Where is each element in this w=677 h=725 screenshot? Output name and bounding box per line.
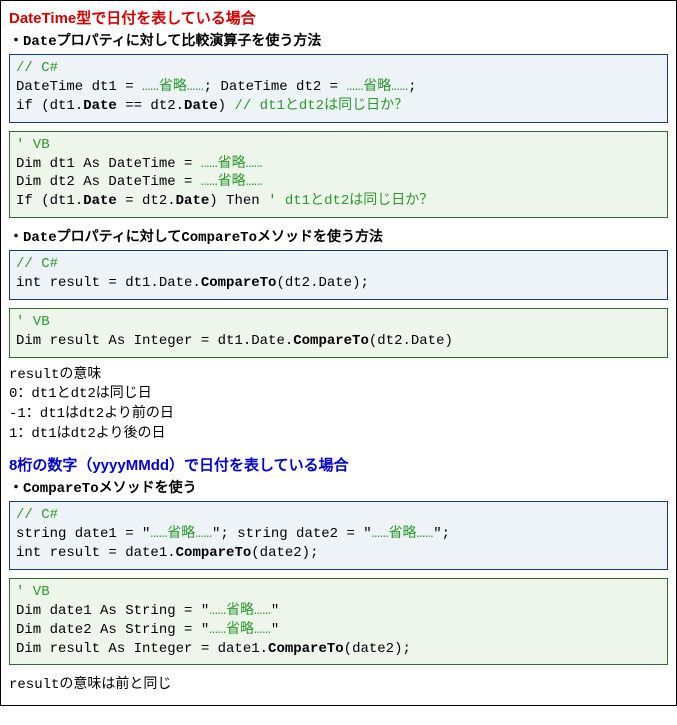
mono-date: Date [23,34,57,50]
code-text: string date1 = " [16,526,150,542]
code-kw: Date [83,98,117,114]
section1-sub1: ・Dateプロパティに対して比較演算子を使う方法 [9,30,668,50]
code-kw: CompareTo [293,333,369,349]
code-comment: ' dt1とdt2は同じ日か？ [268,193,433,209]
code-text: Dim result As Integer = date1. [16,641,268,657]
sub2-post: メソッドを使う方法 [257,228,383,244]
code-text: ; DateTime dt2 = [204,79,347,95]
code-omit: ……省略…… [150,526,212,542]
code-kw: CompareTo [268,641,344,657]
sub-post: メソッドを使う [99,479,197,495]
code-text: if (dt1. [16,98,83,114]
code-comment: ' VB [16,314,50,330]
code-text: (date2); [344,641,411,657]
code-omit: ……省略…… [201,174,263,190]
code-text: Dim date1 As String = " [16,603,209,619]
code-comment: // C# [16,256,58,272]
section1-sub2: ・Dateプロパティに対してCompareToメソッドを使う方法 [9,226,668,246]
bullet: ・ [9,479,23,495]
code-text: " [271,622,279,638]
code-omit: ……省略…… [372,526,434,542]
section2-sub: ・CompareToメソッドを使う [9,477,668,497]
bullet: ・ [9,228,23,244]
mono-compareto: CompareTo [23,481,99,497]
code-comment: ' VB [16,584,50,600]
code-text: "; string date2 = " [212,526,372,542]
code-omit: ……省略…… [142,79,204,95]
code-text: DateTime dt1 = [16,79,142,95]
code-text: "; [433,526,450,542]
code-omit: ……省略…… [346,79,408,95]
section2-title: 8桁の数字（yyyyMMdd）で日付を表している場合 [9,454,668,475]
code-text: Dim dt2 As DateTime = [16,174,201,190]
code-omit: ……省略…… [209,603,271,619]
code-kw: Date [184,98,218,114]
code-kw: CompareTo [176,545,252,561]
sub2-mid: プロパティに対して [57,228,182,244]
codebox-cs-1: // C# DateTime dt1 = ……省略……; DateTime dt… [9,54,668,123]
code-omit: ……省略…… [209,622,271,638]
code-text: int result = date1. [16,545,176,561]
codebox-cs-2: // C# int result = dt1.Date.CompareTo(dt… [9,250,668,300]
codebox-vb-3: ' VB Dim date1 As String = "……省略……" Dim … [9,578,668,666]
code-comment: // dt1とdt2は同じ日か？ [234,98,408,114]
code-text: Dim dt1 As DateTime = [16,156,201,172]
mono-date: Date [23,230,57,246]
code-text: If (dt1. [16,193,83,209]
code-text: (dt2.Date) [369,333,453,349]
code-comment: // C# [16,507,58,523]
section1-title: DateTime型で日付を表している場合 [9,7,668,28]
code-omit: ……省略…… [201,156,263,172]
code-kw: CompareTo [201,275,277,291]
code-comment: // C# [16,60,58,76]
mono-result: result [9,677,59,693]
bullet: ・ [9,32,23,48]
code-kw: Date [83,193,117,209]
code-text: ) Then [209,193,268,209]
code-text: (date2); [251,545,318,561]
codebox-vb-1: ' VB Dim dt1 As DateTime = ……省略…… Dim dt… [9,131,668,219]
codebox-cs-3: // C# string date1 = "……省略……"; string da… [9,501,668,570]
sub1-text: プロパティに対して比較演算子を使う方法 [57,32,322,48]
mono-compareto: CompareTo [181,230,257,246]
code-text: == dt2. [117,98,184,114]
result-meaning-2: resultの意味は前と同じ [9,673,668,693]
page-container: DateTime型で日付を表している場合 ・Dateプロパティに対して比較演算子… [0,0,677,706]
result-meaning-1: resultの意味 0：dt1とdt2は同じ日 -1：dt1はdt2より前の日 … [9,366,668,444]
code-text: = dt2. [117,193,176,209]
code-comment: ' VB [16,137,50,153]
code-text: ; [408,79,416,95]
code-text: ) [218,98,235,114]
code-text: (dt2.Date); [276,275,368,291]
result-post: の意味は前と同じ [59,675,171,691]
code-text: " [271,603,279,619]
code-text: Dim date2 As String = " [16,622,209,638]
code-text: Dim result As Integer = dt1.Date. [16,333,293,349]
code-kw: Date [176,193,210,209]
codebox-vb-2: ' VB Dim result As Integer = dt1.Date.Co… [9,308,668,358]
code-text: int result = dt1.Date. [16,275,201,291]
